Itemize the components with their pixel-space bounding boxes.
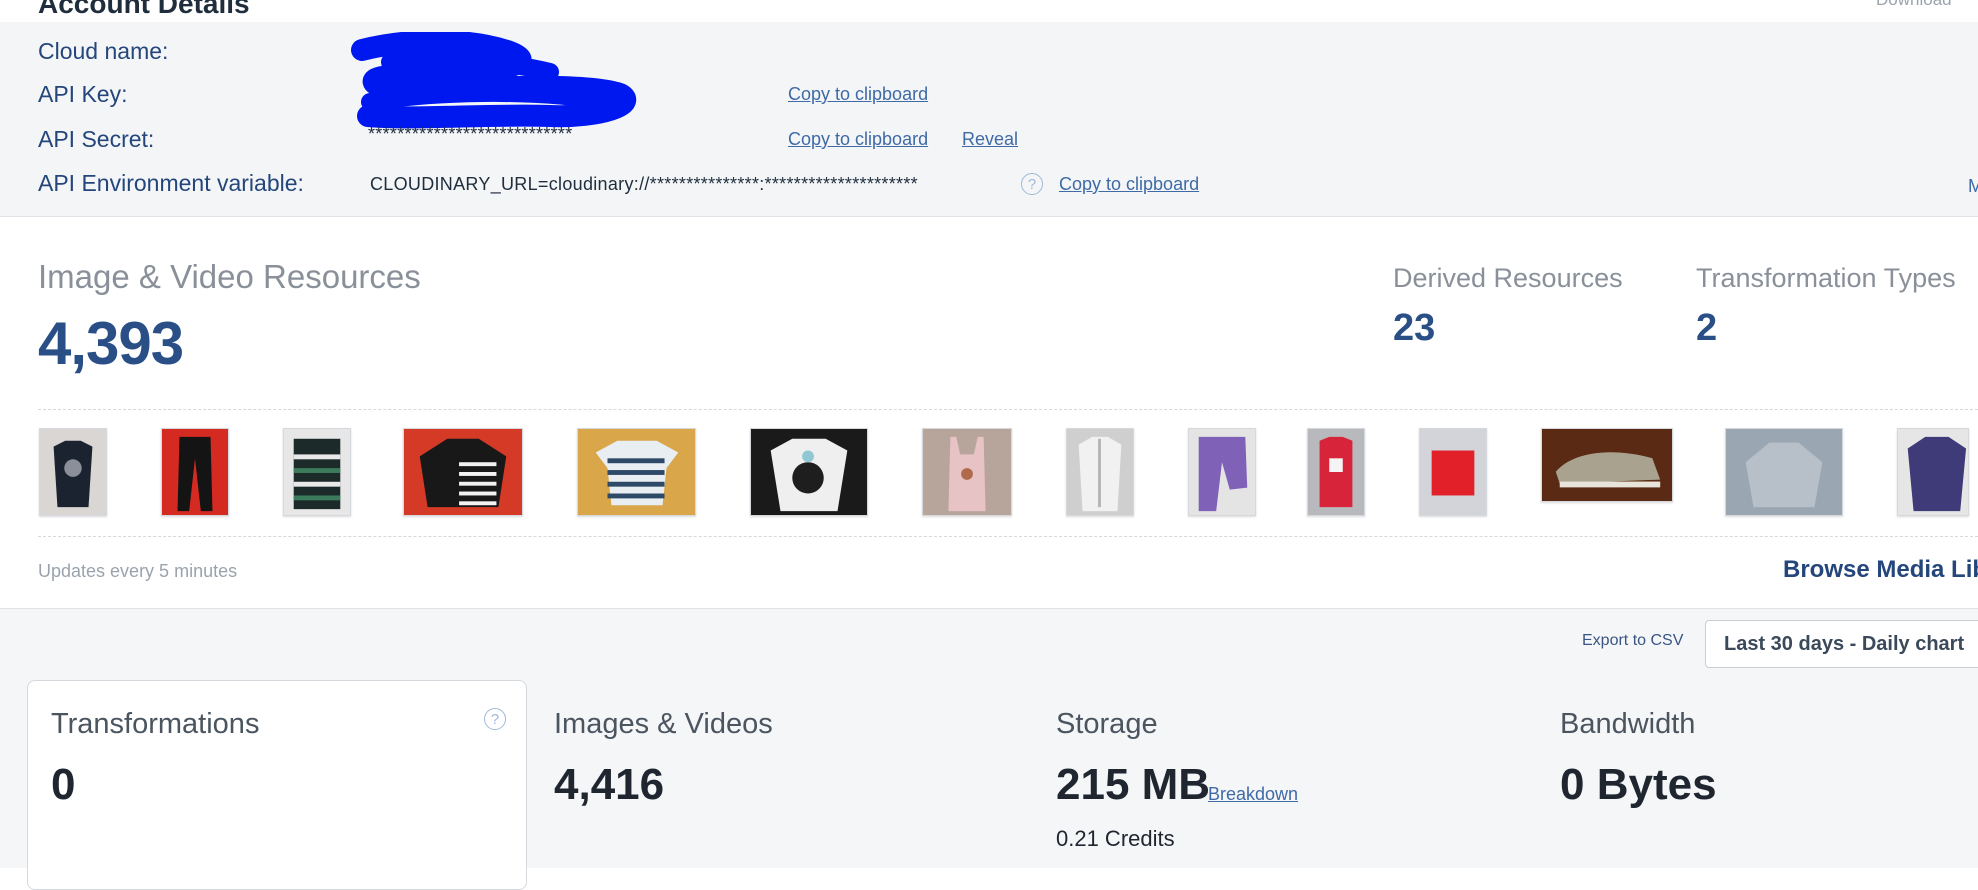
api-key-label: API Key:	[38, 81, 128, 107]
derived-resources-count: 23	[1393, 307, 1436, 349]
page-title: Account Details	[38, 0, 250, 19]
thumbnail[interactable]	[1897, 428, 1969, 516]
help-icon[interactable]: ?	[1021, 173, 1043, 195]
derived-resources-title: Derived Resources	[1393, 263, 1623, 293]
resources-title: Image & Video Resources	[38, 258, 421, 295]
thumbnail[interactable]	[161, 428, 229, 516]
thumbnail[interactable]	[1307, 428, 1365, 516]
api-secret-value: ****************************	[368, 124, 573, 144]
storage-title: Storage	[1056, 708, 1158, 740]
divider	[38, 536, 1978, 537]
thumbnail[interactable]	[1725, 428, 1843, 516]
copy-api-secret-button[interactable]: Copy to clipboard	[788, 129, 928, 150]
reveal-secret-button[interactable]: Reveal	[962, 129, 1018, 150]
bandwidth-value: 0 Bytes	[1560, 760, 1717, 809]
env-variable-value: CLOUDINARY_URL=cloudinary://************…	[370, 174, 918, 194]
transformation-types-title: Transformation Types	[1696, 263, 1956, 293]
transformations-value: 0	[51, 760, 76, 809]
date-range-select[interactable]: Last 30 days - Daily chart	[1705, 620, 1978, 668]
transformations-title: Transformations	[51, 708, 260, 740]
storage-value: 215 MB	[1056, 760, 1211, 809]
thumbnail[interactable]	[403, 428, 523, 516]
updates-note: Updates every 5 minutes	[38, 561, 238, 581]
help-icon[interactable]: ?	[484, 708, 506, 730]
thumbnail[interactable]	[1066, 428, 1134, 516]
images-videos-title: Images & Videos	[554, 708, 773, 740]
browse-media-library-link[interactable]: Browse Media Lib	[1783, 556, 1978, 584]
redaction-scribble	[351, 32, 637, 129]
cloud-name-label: Cloud name:	[38, 38, 169, 64]
thumbnail[interactable]	[39, 428, 107, 516]
thumbnail[interactable]	[577, 428, 696, 516]
thumbnail[interactable]	[922, 428, 1012, 516]
page-header	[0, 0, 1978, 23]
thumbnail[interactable]	[283, 428, 351, 516]
resources-count: 4,393	[38, 310, 184, 377]
copy-env-variable-button[interactable]: Copy to clipboard	[1059, 174, 1199, 195]
api-secret-label: API Secret:	[38, 126, 155, 152]
divider	[38, 409, 1978, 410]
thumbnail[interactable]	[1541, 428, 1673, 502]
download-link[interactable]: Download	[1876, 0, 1952, 10]
more-link[interactable]: M	[1968, 176, 1978, 197]
copy-api-key-button[interactable]: Copy to clipboard	[788, 84, 928, 105]
breakdown-link[interactable]: Breakdown	[1208, 784, 1298, 805]
thumbnail[interactable]	[1419, 428, 1487, 516]
transformation-types-count: 2	[1696, 307, 1718, 349]
bandwidth-title: Bandwidth	[1560, 708, 1696, 740]
images-videos-value: 4,416	[554, 760, 665, 809]
export-csv-button[interactable]: Export to CSV	[1582, 632, 1683, 650]
thumbnail[interactable]	[1188, 428, 1256, 516]
thumbnail[interactable]	[750, 428, 868, 516]
env-variable-label: API Environment variable:	[38, 170, 304, 196]
storage-credits: 0.21 Credits	[1056, 826, 1175, 851]
